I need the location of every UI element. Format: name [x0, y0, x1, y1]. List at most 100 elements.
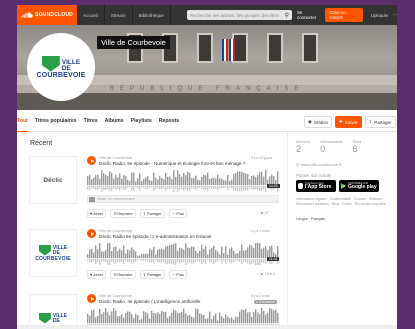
comment-input[interactable]: Saisir un commentaire [87, 195, 279, 203]
soundcloud-logo[interactable]: SOUNDCLOUD [17, 5, 77, 25]
banner-window [197, 33, 213, 63]
track-title[interactable]: Déclic Radio, 6e épisode - Numérique et … [99, 161, 245, 166]
more-icon[interactable]: ⋯ [393, 12, 397, 18]
tab-all[interactable]: Tout [17, 110, 28, 132]
track-user[interactable]: Ville de Courbevoie [99, 229, 132, 233]
profile-name: Ville de Courbevoie [97, 36, 170, 49]
appstore-label: l'App Store [305, 184, 332, 190]
website-link[interactable]: ◎ www.ville-courbevoie.fr [296, 162, 342, 167]
signin-link[interactable]: Se connecter [297, 10, 321, 20]
like-label: Aimer [93, 272, 104, 277]
share-label: Partager [374, 119, 392, 125]
track-artwork[interactable]: Déclic [29, 156, 77, 204]
more-icon: ⋯ [171, 273, 176, 277]
legal-links[interactable]: Informations légales · Confidentialité ·… [296, 197, 391, 206]
track-title[interactable]: Déclic Radio, 4e épisode / L'intelligenc… [99, 299, 200, 304]
more-label: Plus [176, 272, 184, 277]
track-actions: ♥ Aimer ⟲ Reposter ⇪ Partager ⋯ Plus [87, 270, 187, 279]
stat-value: 0 [320, 144, 326, 154]
logo-text: VILLE DE [52, 313, 67, 324]
track-item: VILLE DE COURBEVOIE Ville de Courbevoie … [29, 229, 280, 285]
logo-mark: VILLE DE [38, 244, 67, 256]
track-artwork[interactable]: VILLE DE COURBEVOIE [29, 229, 77, 277]
share-icon: ⇪ [142, 212, 146, 216]
banner-window [267, 33, 283, 63]
more-button[interactable]: ⋯ Plus [168, 270, 187, 279]
like-button[interactable]: ♥ Aimer [87, 209, 107, 218]
repost-button[interactable]: ⟲ Reposter [110, 270, 136, 279]
station-label: Station [313, 119, 328, 125]
share-icon: ⇪ [142, 273, 146, 277]
mobile-title: Passer sur mobile [296, 173, 332, 178]
upload-link[interactable]: Uploader [371, 13, 389, 18]
share-track-label: Partager [146, 272, 162, 277]
logo-line2: DE [52, 317, 60, 324]
play-store-icon [341, 183, 346, 189]
website-label: www.ville-courbevoie.fr [300, 162, 342, 167]
search-input[interactable]: Rechercher des artistes, des groupes, de… [187, 10, 292, 20]
logo-text: VILLE DE [53, 245, 67, 256]
apple-icon [298, 183, 303, 189]
share-track-button[interactable]: ⇪ Partager [139, 209, 165, 218]
station-button[interactable]: ◉ Station [304, 116, 332, 128]
feed-main: Récent Déclic Ville de Courbevoie Déclic… [17, 132, 287, 329]
nav-stream[interactable]: Stream [105, 5, 133, 25]
waveform[interactable] [87, 243, 279, 265]
app-store-button[interactable]: Télécharger dans l'App Store [296, 180, 336, 192]
tab-popular[interactable]: Titres populaires [35, 110, 77, 132]
profile-actions: ◉ Station ✚ Suivre ⇪ Partager [304, 116, 396, 128]
tracks-stat[interactable]: Titres 6 [352, 140, 361, 154]
repost-icon: ⟲ [113, 273, 117, 277]
track-item: Déclic Ville de Courbevoie Déclic Radio,… [29, 156, 280, 218]
nav-home[interactable]: Accueil [77, 5, 105, 25]
declic-label: Déclic [43, 176, 63, 184]
follow-button[interactable]: ✚ Suivre [334, 116, 362, 128]
tab-tracks[interactable]: Titres [84, 110, 98, 132]
track-date: il y a 10 jours [251, 156, 273, 160]
more-button[interactable]: ⋯ Plus [168, 209, 187, 218]
cloud-icon [21, 12, 33, 18]
play-button[interactable] [87, 229, 96, 238]
repost-button[interactable]: ⟲ Reposter [110, 209, 136, 218]
tab-reposts[interactable]: Reposts [159, 110, 179, 132]
nav-library[interactable]: Bibliothèque [133, 5, 171, 25]
station-icon: ◉ [308, 119, 312, 124]
player-bar [17, 325, 397, 329]
track-user[interactable]: Ville de Courbevoie [99, 156, 132, 160]
flag-icon [229, 39, 235, 61]
user-avatar [89, 197, 95, 202]
track-duration: 14:25 [267, 184, 280, 188]
comment-placeholder: Saisir un commentaire [97, 197, 135, 201]
waveform[interactable] [87, 170, 279, 192]
browser-page: SOUNDCLOUD Accueil Stream Bibliothèque R… [17, 5, 397, 329]
create-account-button[interactable]: Créer un compte [325, 8, 363, 22]
following-stat[interactable]: Abonnements 0 [320, 140, 342, 154]
language-selector[interactable]: Langue : Français [296, 217, 325, 221]
googleplay-label: Google play [348, 184, 377, 190]
tab-playlists[interactable]: Playlists [131, 110, 152, 132]
tab-list: Tout Titres populaires Titres Albums Pla… [17, 110, 186, 132]
play-button[interactable] [87, 156, 96, 165]
followers-stat[interactable]: Abonnés 2 [296, 140, 310, 154]
like-button[interactable]: ♥ Aimer [87, 270, 107, 279]
share-button[interactable]: ⇪ Partager [364, 116, 396, 128]
share-track-label: Partager [146, 211, 162, 216]
brand-label: SOUNDCLOUD [35, 12, 73, 18]
sidebar: Abonnés 2 Abonnements 0 Titres 6 ◎ www.vill… [287, 132, 397, 329]
track-date: il y a 1 mois [251, 229, 270, 233]
follow-icon: ✚ [338, 119, 343, 124]
track-title[interactable]: Déclic Radio 5e épisode / L'e-administra… [99, 234, 211, 239]
repost-icon: ⟲ [113, 212, 117, 216]
courbevoie-logo: VILLE DE COURBEVOIE [36, 55, 85, 79]
share-track-button[interactable]: ⇪ Partager [139, 270, 165, 279]
play-button[interactable] [87, 294, 96, 303]
track-item: VILLE DE Ville de Courbevoie Déclic Radi… [29, 294, 279, 329]
google-play-button[interactable]: DISPONIBLE SUR Google play [339, 180, 379, 192]
genre-tag[interactable]: # Éducation [254, 300, 277, 304]
tab-albums[interactable]: Albums [105, 110, 124, 132]
search-icon[interactable]: ⚲ [285, 12, 289, 19]
track-artwork[interactable]: VILLE DE [29, 294, 77, 329]
track-user[interactable]: Ville de Courbevoie [99, 294, 132, 298]
profile-avatar[interactable]: VILLE DE COURBEVOIE [27, 33, 95, 101]
follow-label: Suivre [344, 119, 358, 125]
